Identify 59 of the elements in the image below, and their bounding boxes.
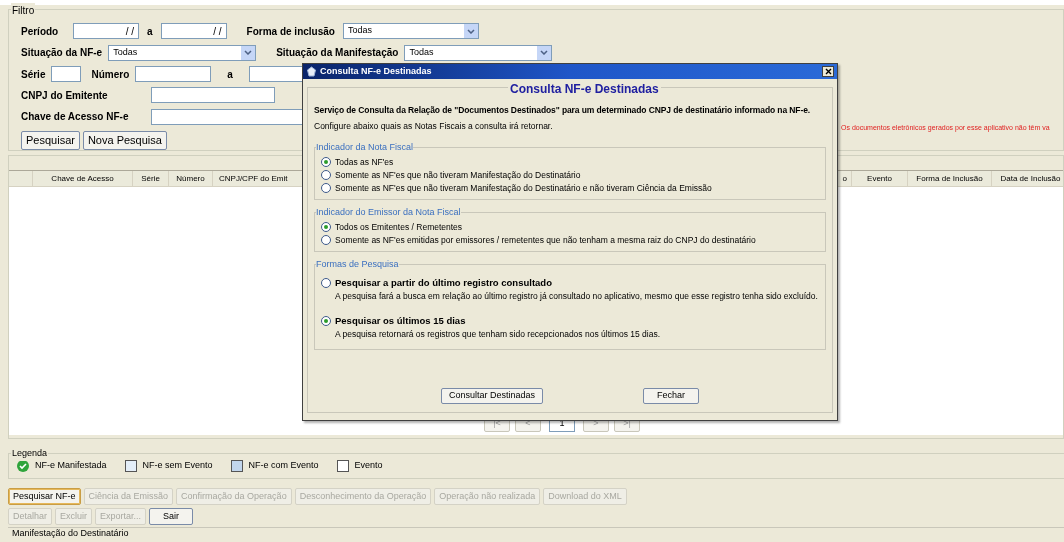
status-bar: Manifestação do Destinatário: [8, 527, 1064, 539]
column-header[interactable]: Série: [133, 171, 169, 186]
field-label: Situação da Manifestação: [276, 46, 399, 61]
option-label: Pesquisar os últimos 15 dias: [335, 313, 466, 328]
column-header[interactable]: Data de Inclusão: [992, 171, 1064, 186]
radio-button[interactable]: [321, 183, 331, 194]
dropdown[interactable]: Todas: [342, 23, 479, 40]
option-description: A pesquisa retornará os registros que tenham sido recepcionados nos últimos 15 dias.: [334, 327, 662, 341]
radio-button[interactable]: [321, 278, 331, 289]
check-icon: [17, 460, 29, 472]
option-label: Todos os Emitentes / Remetentes: [335, 220, 463, 234]
window-title: Consulta NF-e Destinadas: [320, 64, 433, 78]
option-label: Pesquisar a partir do último registro consultado: [335, 276, 552, 291]
column-header[interactable]: Evento: [852, 171, 908, 186]
legend-label: Evento: [354, 459, 383, 473]
close-button[interactable]: [822, 66, 834, 77]
dialog-button[interactable]: Fechar: [643, 388, 699, 404]
action-button[interactable]: Pesquisar NF-e: [8, 488, 81, 505]
app-icon: [306, 66, 317, 77]
dropdown[interactable]: Todas: [404, 44, 553, 61]
dropdown[interactable]: Todas: [108, 44, 257, 61]
column-header[interactable]: Chave de Acesso: [33, 171, 133, 186]
legend-label: NF-e Manifestada: [35, 459, 107, 473]
option-label: Somente as NF'es que não tiveram Manifestação do Destinatário e não tiveram Ciência da Emissão: [335, 181, 712, 195]
field-label: a: [227, 67, 233, 82]
hint-text: Configure abaixo quais as Notas Fiscais a consulta irá retornar.: [314, 120, 554, 133]
description-text: Serviço de Consulta da Relação de "Documentos Destinados" para um determinado CNPJ de destinatário informado na NF-e.: [314, 104, 811, 116]
option-label: Todas as NF'es: [335, 155, 394, 169]
action-button[interactable]: Sair: [149, 508, 194, 525]
radio-button[interactable]: [321, 316, 331, 326]
group-title: Formas de Pesquisa: [316, 257, 399, 272]
radio-button[interactable]: [321, 222, 331, 233]
date-field[interactable]: / /: [160, 23, 227, 40]
field-label: Chave de Acesso NF-e: [21, 110, 130, 125]
radio-button[interactable]: [321, 157, 331, 168]
column-header[interactable]: Forma de Inclusão: [908, 171, 992, 186]
option-label: Somente as NF'es emitidas por emissores / remetentes que não tenham a mesma raiz do CNPJ do destinatário: [335, 233, 756, 247]
field-label: Período: [21, 24, 60, 39]
input-field[interactable]: [135, 66, 212, 82]
column-header[interactable]: Número: [169, 171, 213, 186]
field-label: Forma de inclusão: [246, 24, 335, 39]
search-button[interactable]: Pesquisar: [21, 131, 80, 151]
search-button[interactable]: Nova Pesquisa: [82, 131, 167, 151]
dialog-button[interactable]: Consultar Destinadas: [441, 388, 543, 404]
date-field[interactable]: / /: [73, 23, 139, 40]
radio-button[interactable]: [321, 170, 331, 181]
field-label: CNPJ do Emitente: [21, 88, 109, 103]
legend-label: NF-e sem Evento: [142, 459, 213, 473]
group-title: Legenda: [11, 447, 49, 461]
field-label: Situação da NF-e: [21, 46, 103, 61]
input-field[interactable]: [51, 66, 82, 82]
option-description: A pesquisa fará a busca em relação ao último registro já consultado no aplicativo, mesmo que esse registro tenha sido excluído.: [334, 289, 819, 303]
option-label: Somente as NF'es que não tiveram Manifestação do Destinatário: [335, 168, 581, 182]
input-field[interactable]: [151, 87, 275, 104]
radio-button[interactable]: [321, 235, 331, 246]
field-label: a: [147, 24, 153, 39]
field-label: Série: [21, 67, 46, 82]
field-label: Número: [91, 67, 130, 82]
legend-label: NF-e com Evento: [248, 459, 319, 473]
